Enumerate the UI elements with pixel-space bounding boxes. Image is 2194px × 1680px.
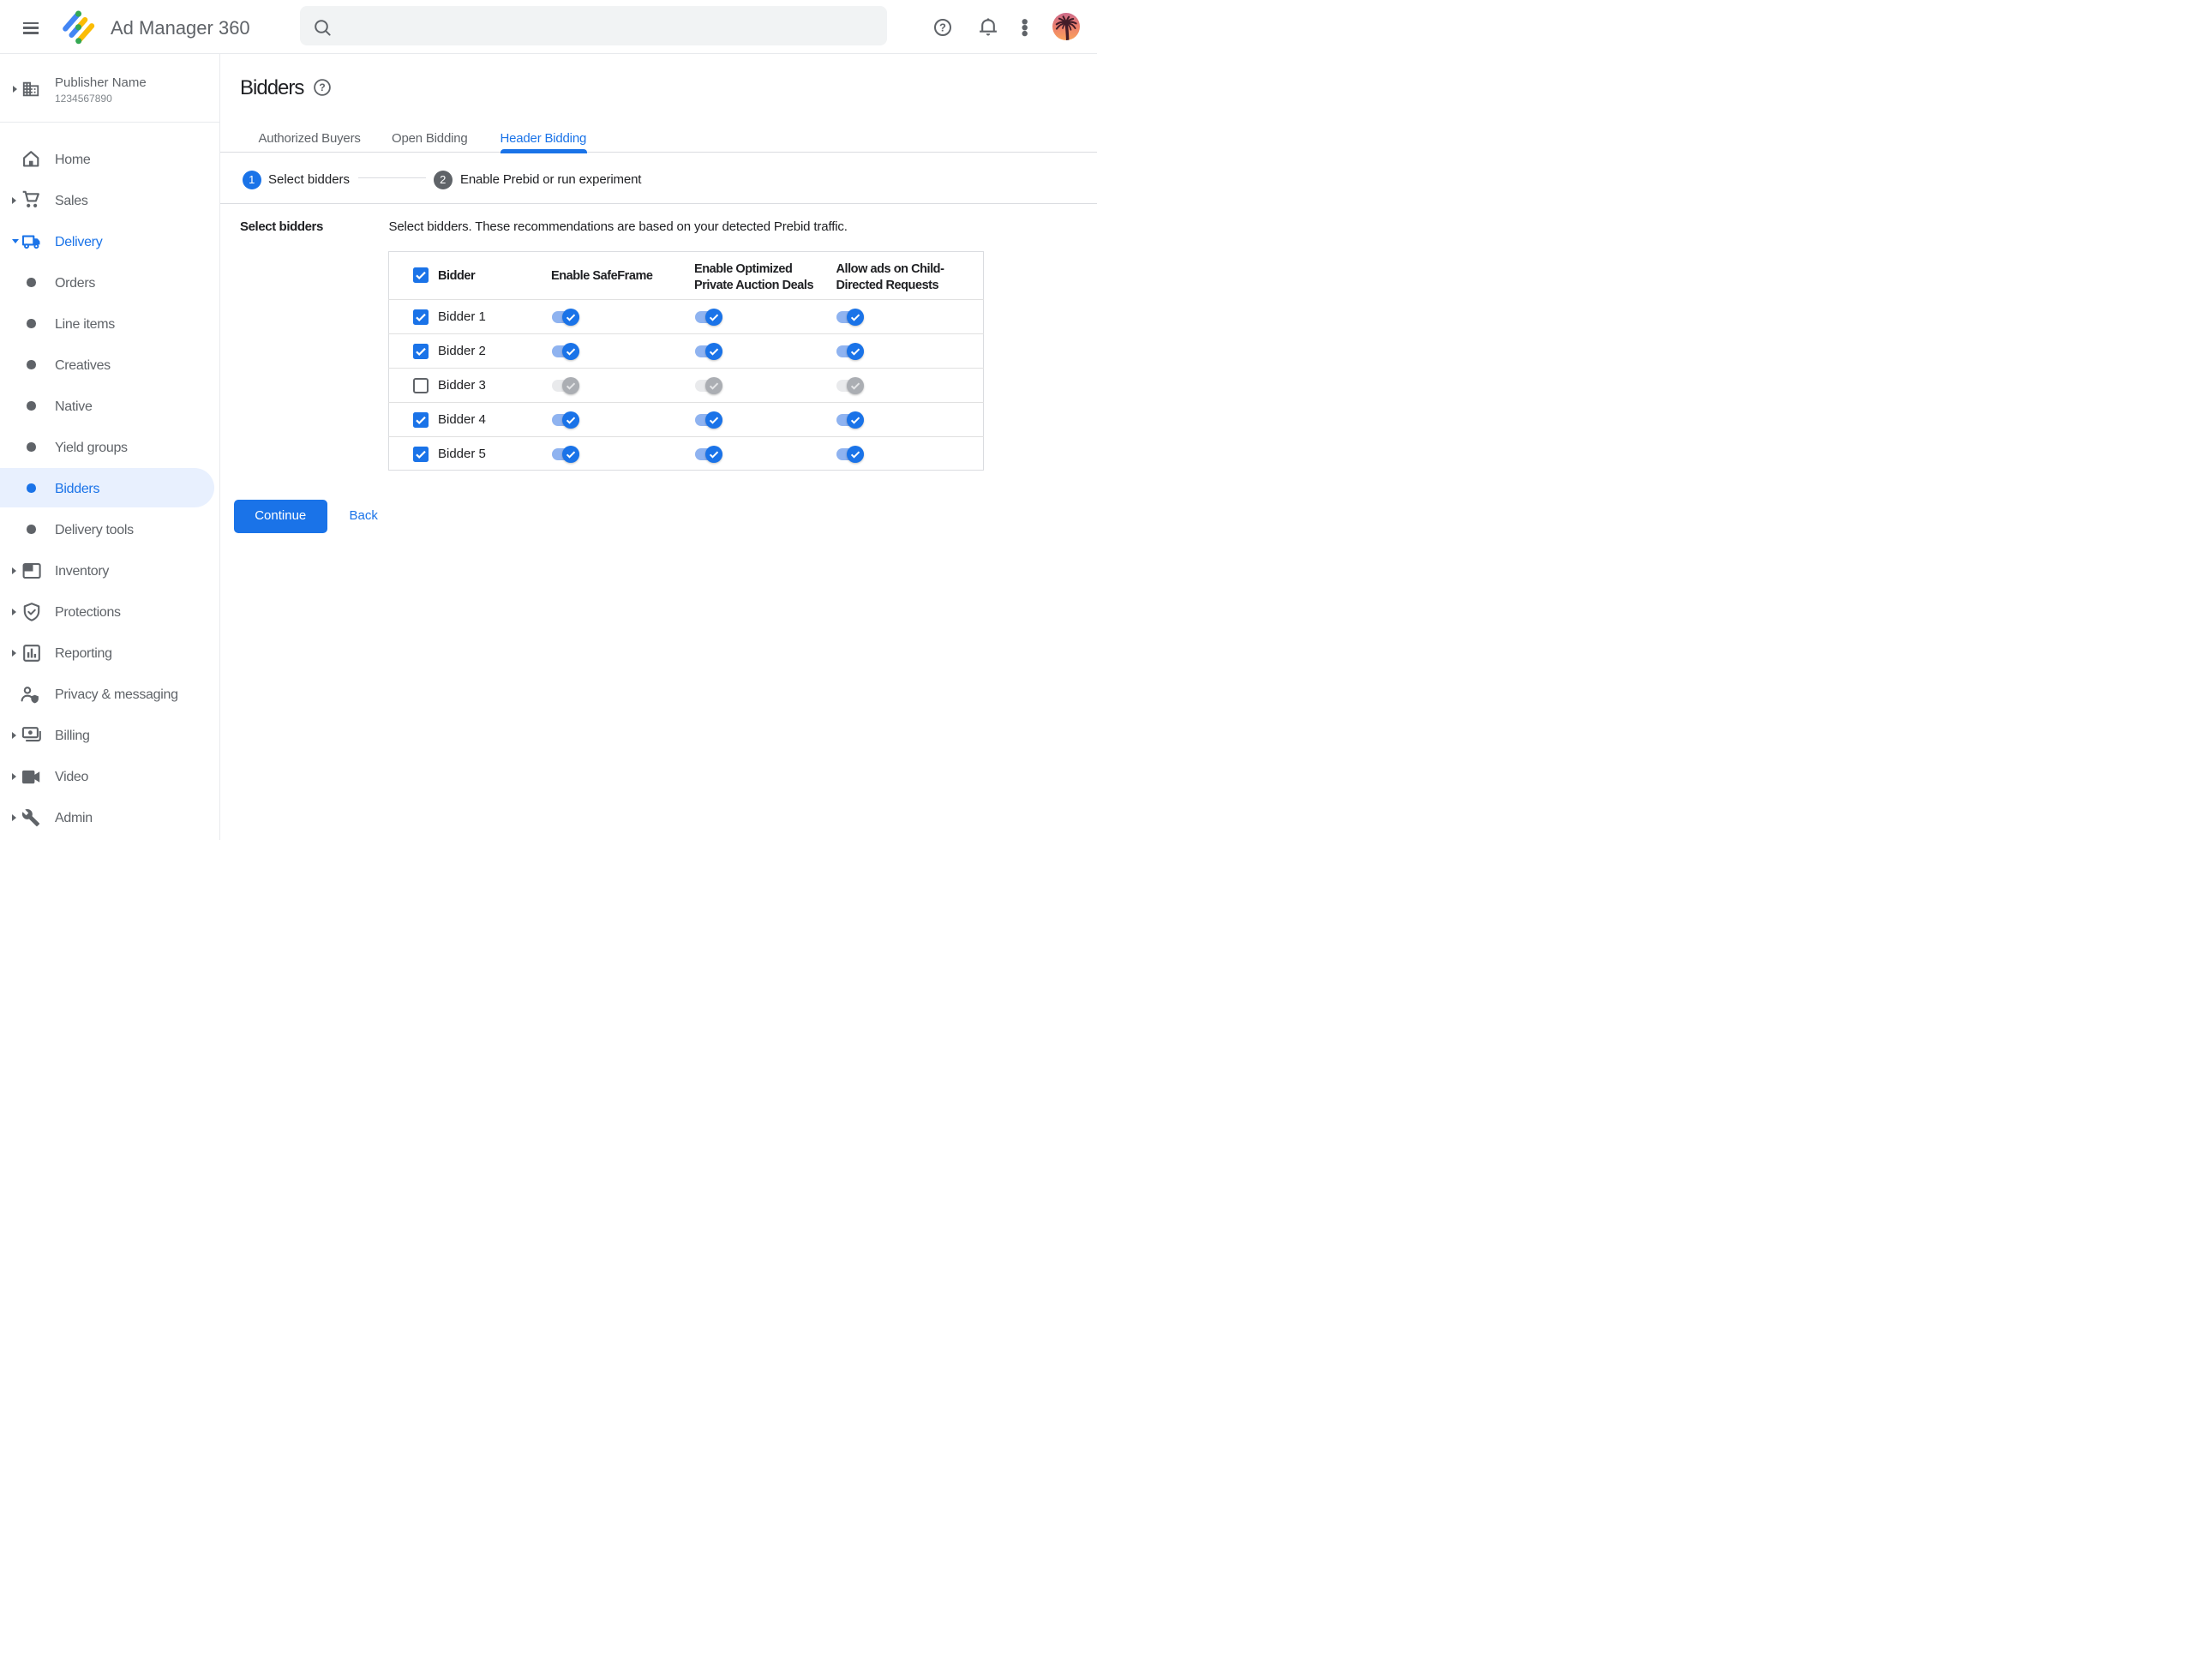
svg-text:?: ?	[319, 81, 325, 93]
svg-text:?: ?	[939, 21, 946, 34]
